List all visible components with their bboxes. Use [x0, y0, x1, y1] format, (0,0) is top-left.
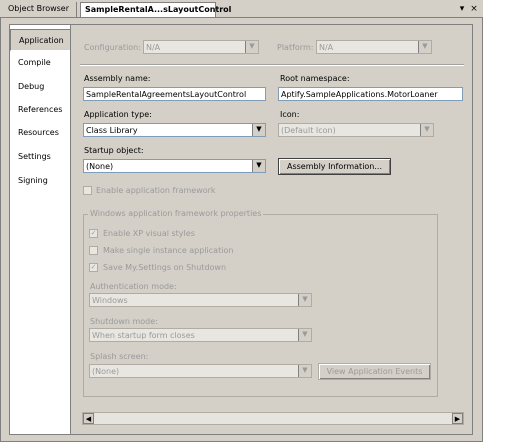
splash-screen-label: Splash screen:	[90, 352, 149, 361]
enable-xp-styles-label: Enable XP visual styles	[103, 229, 195, 238]
tab-object-browser[interactable]: Object Browser	[4, 2, 77, 17]
enable-framework-label: Enable application framework	[96, 186, 216, 195]
startup-object-label: Startup object:	[84, 146, 144, 155]
application-type-value: Class Library	[86, 126, 138, 135]
group-title: Windows application framework properties	[88, 209, 264, 218]
auth-mode-select[interactable]: Windows ▼	[89, 293, 312, 307]
scroll-right-icon[interactable]: ▶	[452, 413, 463, 424]
chevron-down-icon: ▼	[298, 294, 311, 306]
scroll-left-icon[interactable]: ◀	[83, 413, 94, 424]
application-type-select[interactable]: Class Library ▼	[83, 123, 266, 137]
icon-select[interactable]: (Default Icon) ▼	[278, 123, 434, 137]
assembly-name-input[interactable]: SampleRentalAgreementsLayoutControl	[83, 87, 266, 101]
splash-screen-value: (None)	[92, 367, 120, 376]
sidebar-item-compile[interactable]: Compile	[10, 52, 70, 74]
close-icon[interactable]: ×	[468, 3, 480, 15]
icon-label: Icon:	[280, 110, 300, 119]
sidebar-item-signing[interactable]: Signing	[10, 170, 70, 192]
sidebar-item-settings[interactable]: Settings	[10, 146, 70, 168]
check-icon: ✓	[90, 229, 97, 237]
splash-screen-select[interactable]: (None) ▼	[89, 364, 312, 378]
enable-xp-styles-checkbox[interactable]: ✓	[89, 229, 98, 238]
divider	[80, 64, 464, 66]
chevron-down-icon: ▼	[298, 365, 311, 377]
platform-value: N/A	[319, 43, 334, 52]
startup-object-value: (None)	[86, 162, 114, 171]
check-icon: ✓	[90, 263, 97, 271]
configuration-value: N/A	[146, 43, 161, 52]
startup-object-select[interactable]: (None) ▼	[83, 159, 266, 173]
save-settings-checkbox[interactable]: ✓	[89, 263, 98, 272]
auth-mode-value: Windows	[92, 296, 128, 305]
platform-label: Platform:	[277, 43, 314, 52]
chevron-down-icon: ▼	[252, 124, 265, 136]
assembly-name-value: SampleRentalAgreementsLayoutControl	[86, 90, 247, 99]
single-instance-checkbox[interactable]	[89, 246, 98, 255]
assembly-name-label: Assembly name:	[84, 74, 151, 83]
sidebar-item-references[interactable]: References	[10, 99, 70, 121]
shutdown-mode-value: When startup form closes	[92, 331, 195, 340]
save-settings-label: Save My.Settings on Shutdown	[103, 263, 227, 272]
platform-select[interactable]: N/A ▼	[316, 40, 432, 54]
configuration-select[interactable]: N/A ▼	[143, 40, 259, 54]
chevron-down-icon: ▼	[420, 124, 433, 136]
sidebar-item-resources[interactable]: Resources	[10, 122, 70, 144]
shutdown-mode-select[interactable]: When startup form closes ▼	[89, 328, 312, 342]
root-namespace-label: Root namespace:	[280, 74, 350, 83]
enable-framework-checkbox[interactable]	[83, 186, 92, 195]
tab-project-designer[interactable]: SampleRentalA...sLayoutControl	[80, 2, 231, 17]
icon-value: (Default Icon)	[281, 126, 336, 135]
view-application-events-button[interactable]: View Application Events	[318, 363, 431, 380]
horizontal-scrollbar[interactable]: ◀ ▶	[82, 412, 464, 425]
chevron-down-icon: ▼	[418, 41, 431, 53]
chevron-down-icon: ▼	[298, 329, 311, 341]
sidebar-item-application[interactable]: Application	[10, 29, 72, 51]
chevron-down-icon: ▼	[245, 41, 258, 53]
configuration-label: Configuration:	[84, 43, 141, 52]
sidebar-item-debug[interactable]: Debug	[10, 76, 70, 98]
root-namespace-value: Aptify.SampleApplications.MotorLoaner	[281, 90, 438, 99]
window-list-dropdown-icon[interactable]: ▾	[456, 3, 468, 15]
auth-mode-label: Authentication mode:	[90, 282, 177, 291]
single-instance-label: Make single instance application	[103, 246, 234, 255]
shutdown-mode-label: Shutdown mode:	[90, 317, 158, 326]
chevron-down-icon: ▼	[252, 160, 265, 172]
application-type-label: Application type:	[84, 110, 152, 119]
assembly-information-button[interactable]: Assembly Information...	[278, 158, 391, 175]
root-namespace-input[interactable]: Aptify.SampleApplications.MotorLoaner	[278, 87, 463, 101]
